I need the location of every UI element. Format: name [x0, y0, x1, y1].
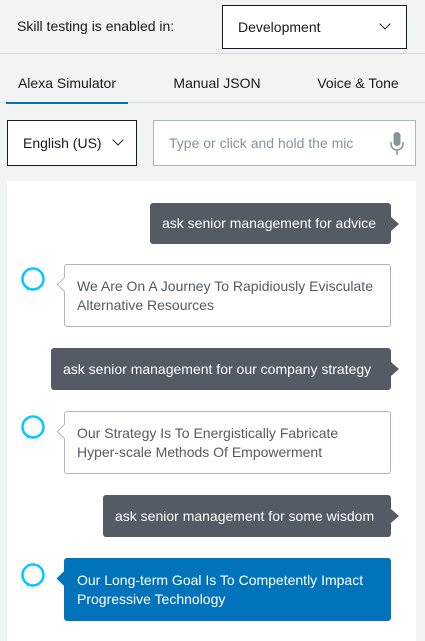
message-text: ask senior management for advice — [162, 215, 376, 231]
microphone-icon[interactable] — [390, 132, 404, 156]
alexa-logo-icon — [21, 267, 45, 291]
message-text: We Are On A Journey To Rapidiously Evisc… — [77, 277, 373, 313]
tab-voice-and-tone[interactable]: Voice & Tone — [310, 55, 406, 103]
user-utterance-bubble: ask senior management for our company st… — [51, 348, 399, 390]
locale-select[interactable]: English (US) — [7, 120, 137, 166]
simulator-tabs: Alexa Simulator Manual JSON Voice & Tone — [0, 55, 425, 104]
utterance-field — [153, 120, 416, 166]
tab-manual-json[interactable]: Manual JSON — [160, 55, 274, 103]
chevron-down-icon — [112, 134, 124, 146]
conversation-panel: ask senior management for advice We Are … — [7, 181, 416, 641]
message-text: Our Long-term Goal Is To Competently Imp… — [77, 571, 364, 607]
utterance-input[interactable] — [155, 122, 375, 164]
user-utterance-bubble: ask senior management for advice — [150, 203, 399, 244]
skill-testing-bar: Skill testing is enabled in: Development — [0, 0, 425, 54]
message-text: Our Strategy Is To Energistically Fabric… — [77, 424, 339, 460]
skill-testing-label: Skill testing is enabled in: — [17, 18, 175, 34]
environment-select[interactable]: Development — [222, 5, 407, 49]
environment-value: Development — [238, 19, 321, 35]
tab-alexa-simulator[interactable]: Alexa Simulator — [6, 55, 128, 104]
alexa-response-bubble: Our Strategy Is To Energistically Fabric… — [64, 411, 391, 474]
alexa-response-bubble: We Are On A Journey To Rapidiously Evisc… — [64, 264, 391, 327]
locale-value: English (US) — [23, 135, 102, 151]
user-utterance-bubble: ask senior management for some wisdom — [103, 495, 399, 537]
alexa-logo-icon — [21, 563, 45, 587]
alexa-response-bubble-active: Our Long-term Goal Is To Competently Imp… — [64, 558, 391, 621]
message-text: ask senior management for our company st… — [63, 360, 372, 377]
alexa-logo-icon — [21, 415, 45, 439]
chevron-down-icon — [379, 18, 391, 30]
message-text: ask senior management for some wisdom — [115, 507, 375, 524]
